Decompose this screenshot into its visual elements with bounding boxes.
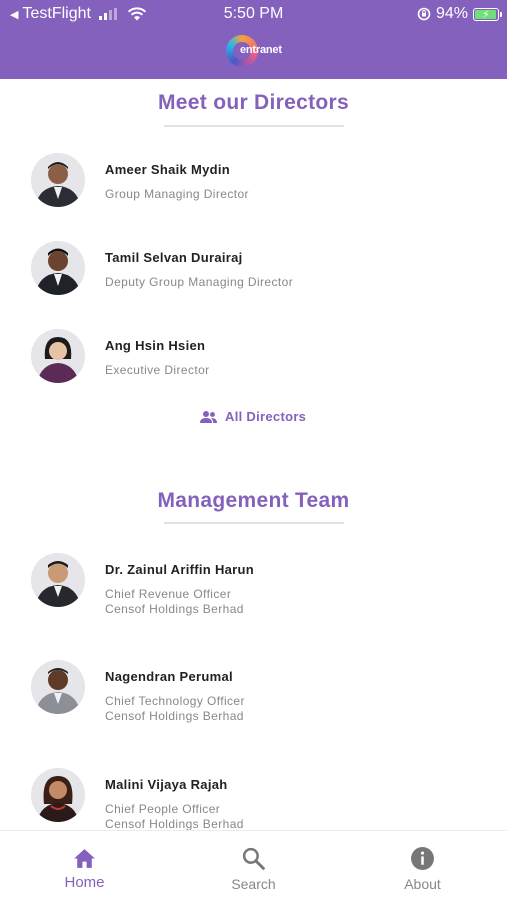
orientation-lock-icon — [417, 7, 431, 21]
person-role: Chief Technology Officer — [105, 694, 245, 708]
management-item[interactable]: Dr. Zainul Ariffin Harun Chief Revenue O… — [31, 553, 491, 616]
app-header: ◀ TestFlight 5:50 PM 94% ⚡ entranet — [0, 0, 507, 79]
person-role: Group Managing Director — [105, 187, 249, 201]
home-icon — [74, 849, 95, 868]
avatar — [31, 553, 85, 607]
avatar — [31, 329, 85, 383]
person-organization: Censof Holdings Berhad — [105, 817, 244, 831]
tab-about-label: About — [404, 876, 441, 892]
person-role: Chief Revenue Officer — [105, 587, 232, 601]
director-item[interactable]: Tamil Selvan Durairaj Deputy Group Manag… — [31, 241, 491, 301]
person-name: Ameer Shaik Mydin — [105, 162, 231, 177]
directors-divider — [164, 125, 344, 127]
person-role: Chief People Officer — [105, 802, 221, 816]
person-role: Executive Director — [105, 363, 210, 377]
logo-text: entranet — [240, 44, 282, 56]
tab-search[interactable]: Search — [169, 831, 338, 900]
management-item[interactable]: Nagendran Perumal Chief Technology Offic… — [31, 660, 491, 723]
people-icon — [200, 410, 217, 423]
person-name: Tamil Selvan Durairaj — [105, 250, 243, 265]
tab-about[interactable]: About — [338, 831, 507, 900]
person-organization: Censof Holdings Berhad — [105, 709, 244, 723]
battery-icon: ⚡ — [473, 7, 502, 21]
director-item[interactable]: Ang Hsin Hsien Executive Director — [31, 329, 491, 389]
bottom-tab-bar: Home Search About — [0, 830, 507, 900]
tab-home[interactable]: Home — [0, 831, 169, 900]
all-directors-link[interactable]: All Directors — [200, 409, 306, 424]
info-icon — [411, 847, 434, 870]
avatar — [31, 241, 85, 295]
app-logo: entranet — [226, 35, 286, 69]
management-item[interactable]: Malini Vijaya Rajah Chief People Officer… — [31, 768, 491, 831]
search-icon — [242, 847, 265, 870]
tab-home-label: Home — [64, 874, 105, 891]
status-bar: ◀ TestFlight 5:50 PM 94% ⚡ — [0, 0, 507, 28]
person-name: Nagendran Perumal — [105, 669, 233, 684]
avatar — [31, 660, 85, 714]
avatar — [31, 768, 85, 822]
person-organization: Censof Holdings Berhad — [105, 602, 244, 616]
tab-search-label: Search — [231, 876, 276, 892]
avatar — [31, 153, 85, 207]
all-directors-label: All Directors — [225, 409, 307, 424]
person-name: Dr. Zainul Ariffin Harun — [105, 562, 254, 577]
management-title: Management Team — [157, 489, 350, 512]
battery-percent: 94% — [435, 5, 468, 22]
directors-title: Meet our Directors — [158, 91, 349, 114]
director-item[interactable]: Ameer Shaik Mydin Group Managing Directo… — [31, 153, 491, 213]
person-name: Malini Vijaya Rajah — [105, 777, 228, 792]
management-divider — [164, 522, 344, 524]
person-name: Ang Hsin Hsien — [105, 338, 206, 353]
person-role: Deputy Group Managing Director — [105, 275, 294, 289]
